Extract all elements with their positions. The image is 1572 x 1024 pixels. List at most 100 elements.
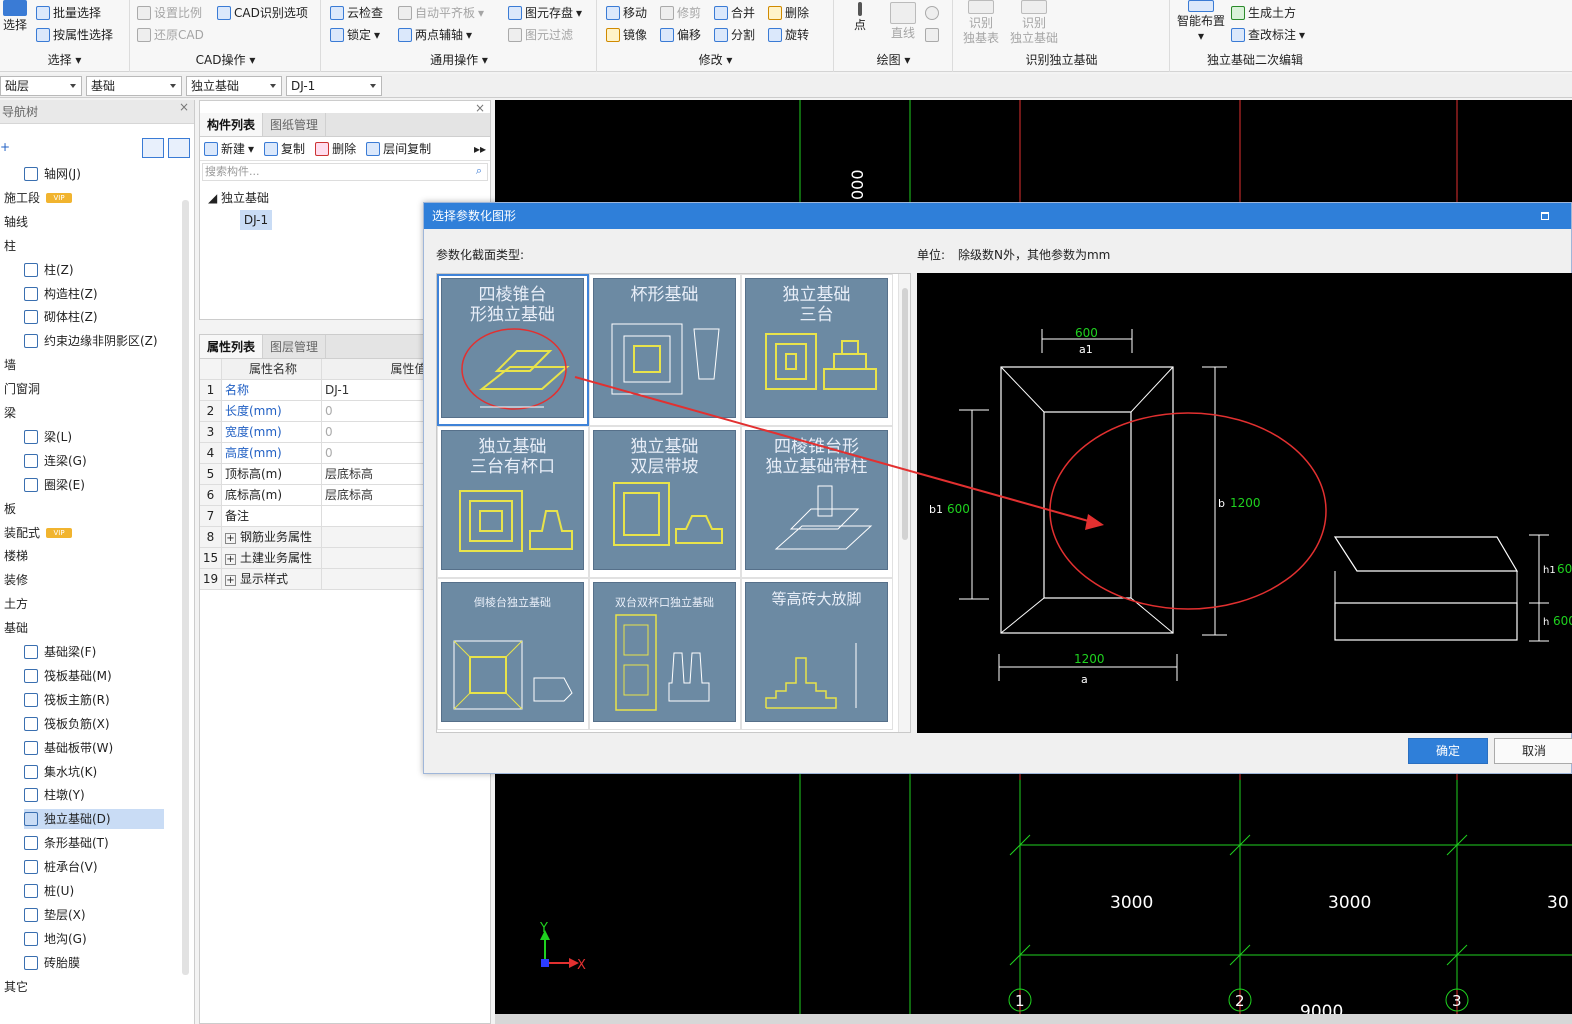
nav-item[interactable]: 连梁(G) (24, 451, 87, 471)
close-icon[interactable]: × (475, 101, 485, 115)
search-icon[interactable]: ⌕ (476, 164, 482, 178)
new-button[interactable]: 新建 ▾ (204, 140, 254, 157)
ok-button[interactable]: 确定 (1408, 738, 1488, 764)
nav-item[interactable]: 装修 (4, 570, 28, 590)
cad-options-button[interactable]: CAD识别选项 (217, 3, 308, 23)
item-select[interactable]: DJ-1 (286, 76, 382, 96)
category-select[interactable]: 基础 (86, 76, 182, 96)
shape-cell-6[interactable]: 四棱锥台形 独立基础带柱 (741, 426, 893, 578)
nav-item[interactable]: 施工段 VIP (4, 188, 73, 208)
ribbon-group-title[interactable]: 选择 ▾ (0, 51, 129, 68)
recognize-foundation-button[interactable]: 识别 独立基础 (1006, 0, 1062, 46)
nav-item[interactable]: 板 (4, 499, 16, 519)
nav-item[interactable]: 圈梁(E) (24, 475, 85, 495)
expand-icon[interactable]: + (225, 575, 236, 586)
ribbon-group-title[interactable]: 修改 ▾ (598, 51, 833, 68)
tab-component-list[interactable]: 构件列表 (200, 113, 264, 136)
nav-item[interactable]: 轴网(J) (24, 164, 81, 184)
elem-filter-button[interactable]: 图元过滤 (508, 25, 573, 45)
nav-item[interactable]: 垫层(X) (24, 905, 86, 925)
set-ratio-button[interactable]: 设置比例 (137, 3, 202, 23)
floor-copy-button[interactable]: 层间复制 (366, 140, 431, 157)
batch-select-button[interactable]: 批量选择 (36, 3, 101, 23)
draw-circle-button[interactable] (925, 3, 939, 23)
nav-item[interactable]: 基础梁(F) (24, 642, 96, 662)
gen-earthwork-button[interactable]: 生成土方 (1231, 3, 1296, 23)
point-button[interactable]: 点 (845, 2, 875, 33)
elem-save-button[interactable]: 图元存盘 ▾ (508, 3, 582, 23)
list-view-icon[interactable] (142, 138, 164, 158)
nav-item[interactable]: 土方 (4, 594, 28, 614)
nav-item[interactable]: 约束边缘非阴影区(Z) (24, 331, 158, 351)
ribbon-group-title[interactable]: 绘图 ▾ (835, 51, 952, 68)
expand-icon[interactable]: + (225, 554, 236, 565)
two-point-axis-button[interactable]: 两点辅轴 ▾ (398, 25, 472, 45)
tab-drawing-manage[interactable]: 图纸管理 (263, 113, 327, 136)
trim-button[interactable]: 修剪 (660, 3, 701, 23)
restore-cad-button[interactable]: 还原CAD (137, 25, 204, 45)
nav-item[interactable]: 基础 (4, 618, 28, 638)
nav-item[interactable]: 墙 (4, 355, 16, 375)
recognize-table-button[interactable]: 识别 独基表 (958, 0, 1004, 46)
expand-icon[interactable]: + (225, 533, 236, 544)
cloud-check-button[interactable]: 云检查 (330, 3, 383, 23)
search-input[interactable]: 搜索构件... (202, 163, 488, 181)
nav-item[interactable]: 门窗洞 (4, 379, 40, 399)
grid-view-icon[interactable] (168, 138, 190, 158)
nav-item[interactable]: 梁 (4, 403, 16, 423)
shape-cell-2[interactable]: 杯形基础 (589, 274, 741, 426)
nav-item[interactable]: 桩(U) (24, 881, 74, 901)
maximize-icon[interactable] (1541, 212, 1549, 220)
nav-item[interactable]: 条形基础(T) (24, 833, 109, 853)
shape-cell-9[interactable]: 等高砖大放脚 (741, 578, 893, 730)
nav-item[interactable]: 柱 (4, 236, 16, 256)
auto-level-button[interactable]: 自动平齐板 ▾ (398, 3, 484, 23)
nav-item[interactable]: 筏板基础(M) (24, 666, 112, 686)
delete-button[interactable]: 删除 (768, 3, 809, 23)
lock-button[interactable]: 锁定 ▾ (330, 25, 380, 45)
shape-grid-scrollbar[interactable] (898, 274, 910, 732)
shape-cell-7[interactable]: 倒棱台独立基础 (437, 578, 589, 730)
nav-item[interactable]: 柱(Z) (24, 260, 74, 280)
copy-button[interactable]: 复制 (264, 140, 305, 157)
nav-item[interactable]: 基础板带(W) (24, 738, 113, 758)
nav-item[interactable]: 独立基础(D) (24, 809, 164, 830)
nav-item[interactable]: 楼梯 (4, 546, 28, 566)
select-button[interactable]: 选择 (0, 0, 30, 33)
delete-button[interactable]: 删除 (315, 140, 356, 157)
shape-cell-8[interactable]: 双台双杯口独立基础 (589, 578, 741, 730)
nav-item[interactable]: 筏板负筋(X) (24, 714, 110, 734)
tab-layer-manage[interactable]: 图层管理 (263, 335, 327, 358)
tree-item-dj1[interactable]: DJ-1 (240, 210, 272, 230)
nav-item[interactable]: 砖胎膜 (24, 953, 80, 973)
cancel-button[interactable]: 取消 (1494, 738, 1572, 764)
nav-item[interactable]: 筏板主筋(R) (24, 690, 110, 710)
nav-item[interactable]: 集水坑(K) (24, 762, 97, 782)
ribbon-group-title[interactable]: CAD操作 ▾ (131, 51, 320, 68)
shape-cell-1[interactable]: 四棱锥台 形独立基础 (437, 274, 589, 426)
draw-rect-button[interactable] (925, 25, 939, 45)
floor-select[interactable]: 础层 (0, 76, 82, 96)
check-label-button[interactable]: 查改标注 ▾ (1231, 25, 1305, 45)
smart-layout-button[interactable]: 智能布置 ▾ (1173, 0, 1229, 44)
split-button[interactable]: 分割 (714, 25, 755, 45)
nav-item[interactable]: 其它 (4, 977, 28, 997)
nav-scrollbar[interactable] (182, 200, 189, 975)
line-button[interactable]: 直线 (885, 2, 921, 41)
ribbon-group-title[interactable]: 通用操作 ▾ (322, 51, 596, 68)
tree-root[interactable]: ◢ 独立基础 (208, 189, 269, 206)
add-icon[interactable]: + (0, 140, 10, 154)
merge-button[interactable]: 合并 (714, 3, 755, 23)
nav-item[interactable]: 柱墩(Y) (24, 785, 85, 805)
nav-item[interactable]: 地沟(G) (24, 929, 87, 949)
shape-cell-5[interactable]: 独立基础 双层带坡 (589, 426, 741, 578)
close-icon[interactable]: × (179, 100, 189, 114)
move-button[interactable]: 移动 (606, 3, 647, 23)
rotate-button[interactable]: 旋转 (768, 25, 809, 45)
offset-button[interactable]: 偏移 (660, 25, 701, 45)
attr-select-button[interactable]: 按属性选择 (36, 25, 113, 45)
nav-item[interactable]: 轴线 (4, 212, 28, 232)
more-icon[interactable]: ▸▸ (474, 142, 486, 156)
nav-item[interactable]: 构造柱(Z) (24, 284, 98, 304)
mirror-button[interactable]: 镜像 (606, 25, 647, 45)
